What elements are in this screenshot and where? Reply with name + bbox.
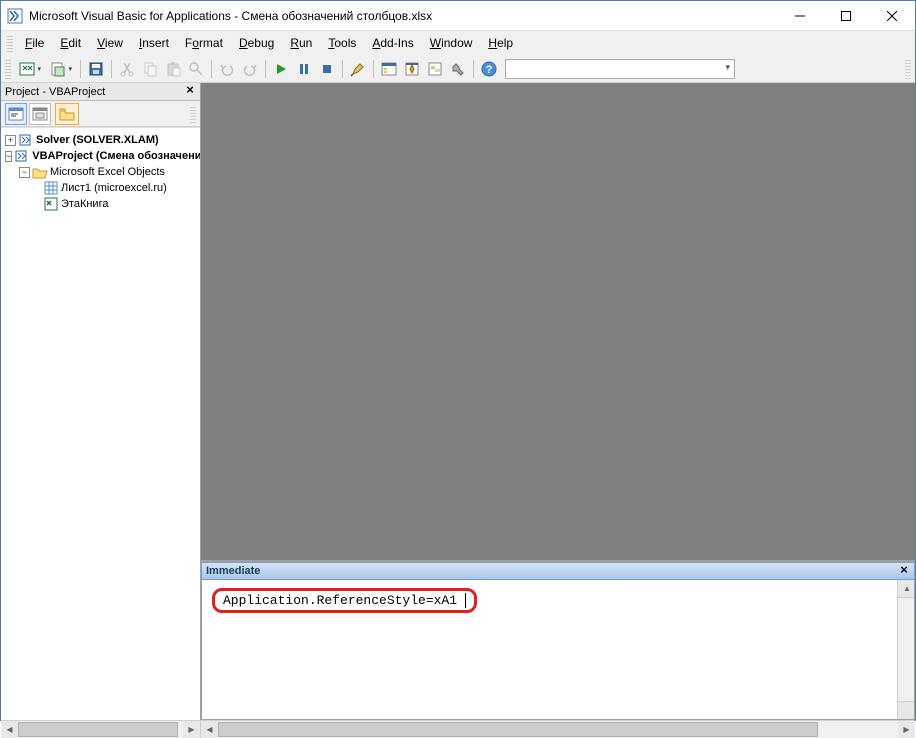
cut-button[interactable] xyxy=(116,58,138,80)
tree-label: Solver (SOLVER.XLAM) xyxy=(36,134,159,146)
menu-window[interactable]: Window xyxy=(422,33,481,53)
mdi-client-area[interactable] xyxy=(201,83,915,560)
immediate-code-text: Application.ReferenceStyle=xA1 xyxy=(223,593,457,608)
vertical-scrollbar[interactable]: ▲ ▼ xyxy=(897,580,914,719)
expand-icon[interactable]: + xyxy=(5,135,16,146)
tree-node-vbaproject[interactable]: − VBAProject (Смена обозначений столбцов… xyxy=(3,148,200,164)
save-button[interactable] xyxy=(85,58,107,80)
scroll-thumb[interactable] xyxy=(218,722,818,737)
project-tree[interactable]: + Solver (SOLVER.XLAM) − VBAProject (Сме… xyxy=(1,127,200,720)
grip-icon xyxy=(190,105,196,123)
vba-project-icon xyxy=(18,133,34,147)
tree-node-workbook[interactable]: ЭтаКнига xyxy=(3,196,200,212)
properties-window-button[interactable] xyxy=(401,58,423,80)
maximize-button[interactable] xyxy=(823,1,869,31)
toolbox-button[interactable] xyxy=(447,58,469,80)
worksheet-icon xyxy=(43,181,59,195)
grip-icon xyxy=(7,34,13,52)
toggle-folders-button[interactable] xyxy=(55,103,79,125)
grip-icon xyxy=(905,59,911,79)
minimize-button[interactable] xyxy=(777,1,823,31)
immediate-horizontal-scrollbar[interactable]: ◀ ▶ xyxy=(201,721,915,738)
text-cursor xyxy=(457,593,466,608)
menu-tools[interactable]: Tools xyxy=(320,33,364,53)
scroll-left-icon[interactable]: ◀ xyxy=(1,721,18,738)
collapse-icon[interactable]: − xyxy=(19,167,30,178)
client-area: Project - VBAProject × + Solver (SOLVER.… xyxy=(1,83,915,720)
scroll-up-icon[interactable]: ▲ xyxy=(903,584,911,593)
grip-icon xyxy=(5,59,11,79)
scroll-track[interactable] xyxy=(218,721,898,738)
menu-bar: File Edit View Insert Format Debug Run T… xyxy=(1,31,915,55)
immediate-code-highlight: Application.ReferenceStyle=xA1 xyxy=(212,588,477,613)
immediate-editor[interactable]: Application.ReferenceStyle=xA1 ▲ ▼ xyxy=(201,580,915,720)
svg-text:?: ? xyxy=(486,64,493,76)
tree-node-solver[interactable]: + Solver (SOLVER.XLAM) xyxy=(3,132,200,148)
menu-file[interactable]: File xyxy=(17,33,52,53)
run-button[interactable] xyxy=(270,58,292,80)
menu-debug[interactable]: Debug xyxy=(231,33,282,53)
bottom-scroll-strip: ◀ ▶ ◀ ▶ xyxy=(1,720,915,737)
collapse-icon[interactable]: − xyxy=(5,151,12,162)
pane-close-button[interactable]: × xyxy=(182,83,198,99)
procedure-combo[interactable] xyxy=(505,59,735,79)
app-icon xyxy=(7,8,23,24)
project-explorer-titlebar[interactable]: Project - VBAProject × xyxy=(1,83,200,101)
workbook-icon xyxy=(43,197,59,211)
window-title: Microsoft Visual Basic for Applications … xyxy=(29,9,432,23)
view-code-button[interactable] xyxy=(5,103,27,125)
view-object-button[interactable] xyxy=(29,103,51,125)
find-button[interactable] xyxy=(185,58,207,80)
pane-close-button[interactable]: × xyxy=(896,563,912,579)
menu-addins[interactable]: Add-Ins xyxy=(364,33,421,53)
window-titlebar: Microsoft Visual Basic for Applications … xyxy=(1,1,915,31)
tree-label: Microsoft Excel Objects xyxy=(50,166,165,178)
tree-label: VBAProject (Смена обозначений столбцов.x… xyxy=(32,150,200,162)
tree-node-sheet1[interactable]: Лист1 (microexcel.ru) xyxy=(3,180,200,196)
tree-node-excel-objects[interactable]: − Microsoft Excel Objects xyxy=(3,164,200,180)
design-mode-button[interactable] xyxy=(347,58,369,80)
menu-format[interactable]: Format xyxy=(177,33,231,53)
folder-open-icon xyxy=(32,165,48,179)
scroll-thumb[interactable] xyxy=(18,722,178,737)
reset-button[interactable] xyxy=(316,58,338,80)
project-horizontal-scrollbar[interactable]: ◀ ▶ xyxy=(1,721,201,738)
menu-insert[interactable]: Insert xyxy=(131,33,177,53)
tree-label: ЭтаКнига xyxy=(61,198,108,210)
vba-project-icon xyxy=(14,149,30,163)
break-button[interactable] xyxy=(293,58,315,80)
project-explorer-toolbar xyxy=(1,101,200,127)
standard-toolbar: ? xyxy=(1,55,915,83)
redo-button[interactable] xyxy=(239,58,261,80)
immediate-titlebar[interactable]: Immediate × xyxy=(201,562,915,580)
menu-run[interactable]: Run xyxy=(282,33,320,53)
copy-button[interactable] xyxy=(139,58,161,80)
scroll-down-icon[interactable]: ▼ xyxy=(903,706,911,715)
scroll-right-icon[interactable]: ▶ xyxy=(183,721,200,738)
menu-edit[interactable]: Edit xyxy=(52,33,89,53)
project-explorer-pane: Project - VBAProject × + Solver (SOLVER.… xyxy=(1,83,201,720)
object-browser-button[interactable] xyxy=(424,58,446,80)
undo-button[interactable] xyxy=(216,58,238,80)
scroll-track[interactable] xyxy=(18,721,183,738)
workspace: Immediate × Application.ReferenceStyle=x… xyxy=(201,83,915,720)
excel-view-button[interactable] xyxy=(15,58,45,80)
immediate-window: Immediate × Application.ReferenceStyle=x… xyxy=(201,560,915,720)
immediate-title: Immediate xyxy=(206,565,260,577)
paste-button[interactable] xyxy=(162,58,184,80)
insert-module-button[interactable] xyxy=(46,58,76,80)
scroll-left-icon[interactable]: ◀ xyxy=(201,721,218,738)
project-explorer-button[interactable] xyxy=(378,58,400,80)
close-button[interactable] xyxy=(869,1,915,31)
scroll-right-icon[interactable]: ▶ xyxy=(898,721,915,738)
help-button[interactable]: ? xyxy=(478,58,500,80)
project-explorer-title: Project - VBAProject xyxy=(5,86,105,98)
tree-label: Лист1 (microexcel.ru) xyxy=(61,182,167,194)
menu-help[interactable]: Help xyxy=(480,33,521,53)
menu-view[interactable]: View xyxy=(89,33,131,53)
